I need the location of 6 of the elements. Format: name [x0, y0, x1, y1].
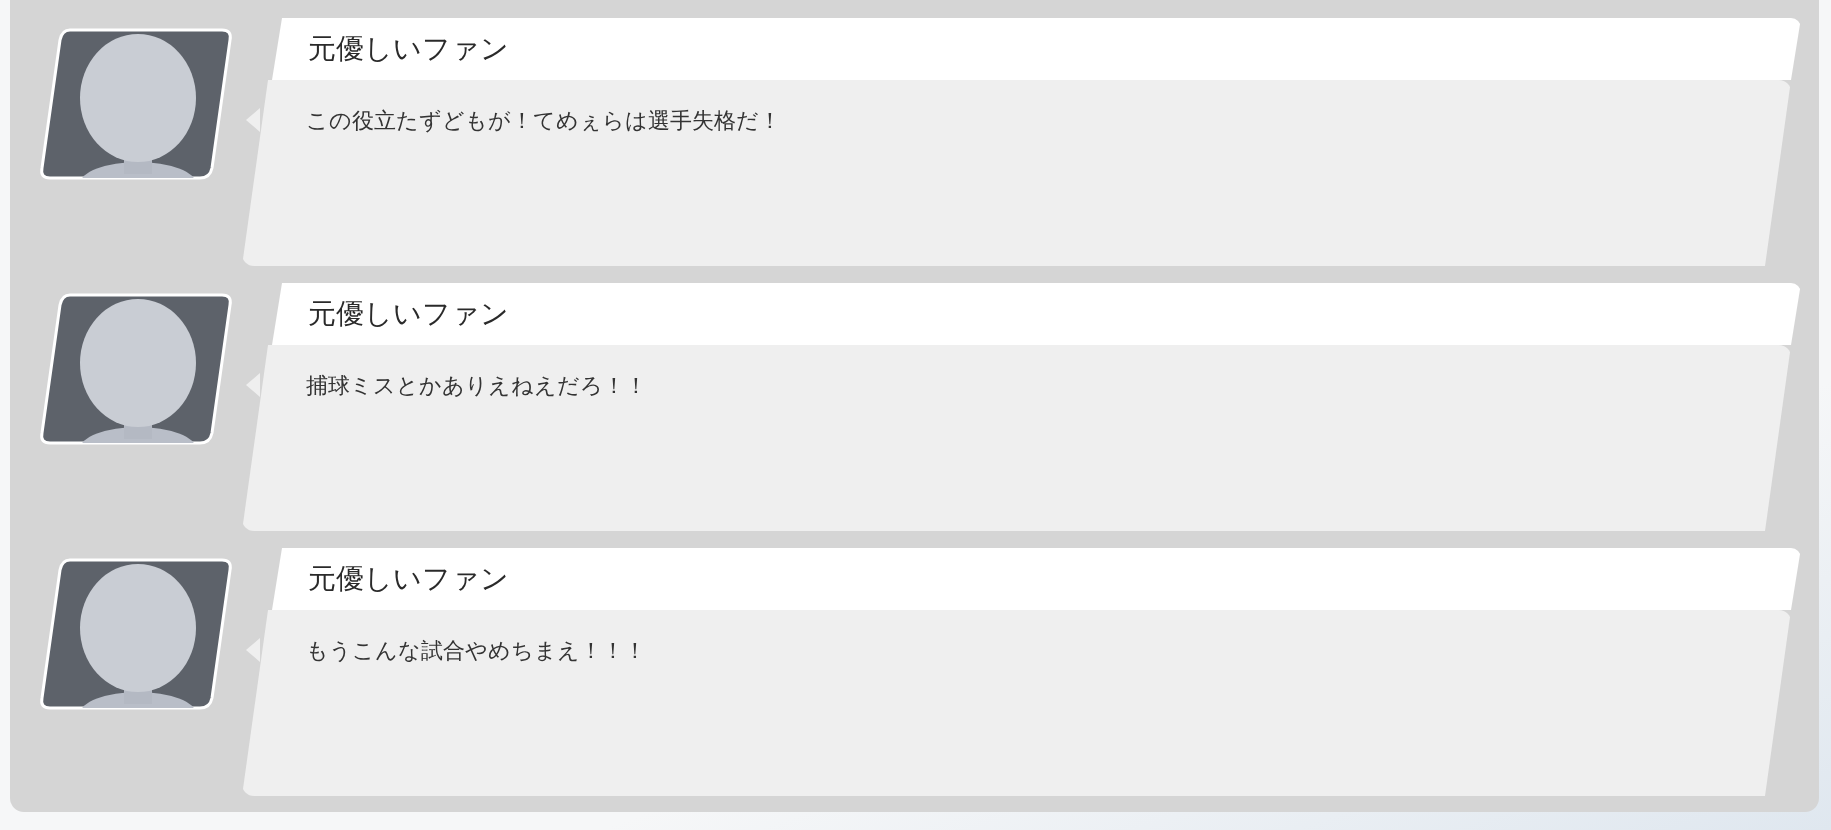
comment-text: もうこんな試合やめちまえ！！！: [306, 638, 646, 663]
commenter-name: 元優しいファン: [308, 296, 509, 332]
commenter-name: 元優しいファン: [308, 31, 509, 67]
comment-text: この役立たずどもが！てめぇらは選手失格だ！: [306, 108, 781, 133]
commenter-name: 元優しいファン: [308, 561, 509, 597]
comment-text: 捕球ミスとかありえねえだろ！！: [306, 373, 647, 398]
